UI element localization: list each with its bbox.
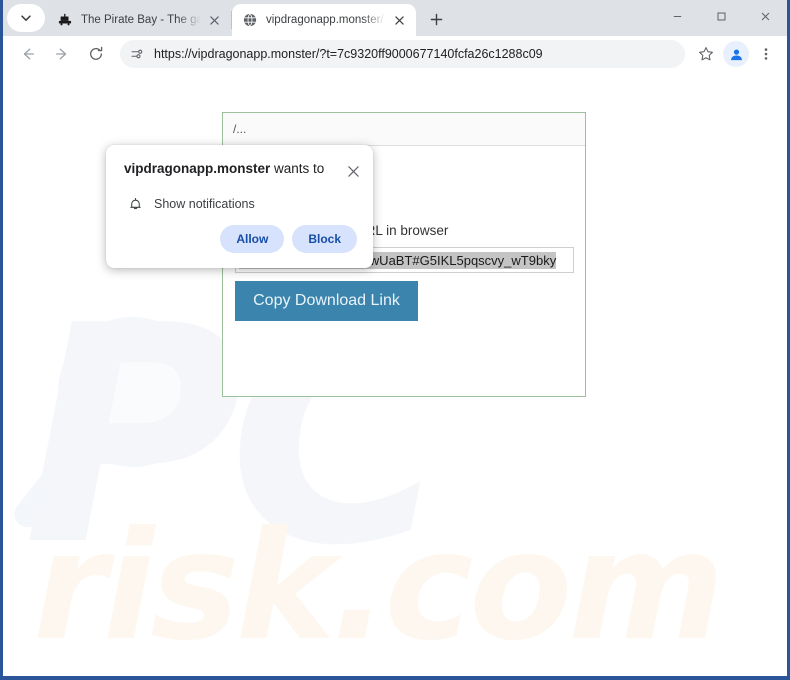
arrow-left-icon (23, 48, 34, 60)
page-viewport: PC risk.com /... : 2025 Copy and paste t… (3, 72, 787, 673)
tab-title: The Pirate Bay - The galaxy's m (81, 14, 201, 26)
permission-option-row: Show notifications (106, 181, 373, 213)
watermark-magnifier-handle (9, 443, 87, 533)
tab-search-button[interactable] (7, 4, 45, 32)
forward-button[interactable] (48, 40, 76, 68)
permission-option-label: Show notifications (154, 197, 255, 211)
minimize-icon (673, 15, 681, 17)
browser-toolbar: https://vipdragonapp.monster/?t=7c9320ff… (3, 36, 787, 72)
block-button[interactable]: Block (292, 225, 357, 253)
site-settings-icon[interactable] (126, 43, 148, 65)
bell-icon (126, 195, 144, 213)
panel-header-text: /... (233, 122, 247, 136)
tab-vipdragonapp[interactable]: vipdragonapp.monster/?t=7c93 (232, 4, 416, 36)
pirate-ship-icon (57, 12, 73, 28)
address-bar-url: https://vipdragonapp.monster/?t=7c9320ff… (154, 47, 543, 61)
tab-close-icon[interactable] (205, 11, 223, 29)
permission-close-button[interactable] (343, 161, 363, 181)
tab-title: vipdragonapp.monster/?t=7c93 (266, 14, 386, 26)
permission-title: vipdragonapp.monster wants to (124, 161, 337, 178)
maximize-button[interactable] (699, 0, 743, 32)
arrow-right-icon (56, 48, 67, 60)
bookmark-button[interactable] (693, 41, 719, 67)
minimize-button[interactable] (655, 0, 699, 32)
browser-menu-button[interactable] (753, 41, 779, 67)
permission-actions: Allow Block (106, 213, 373, 253)
tab-strip: The Pirate Bay - The galaxy's m vipdrago… (3, 0, 787, 36)
star-icon (699, 47, 713, 61)
reload-button[interactable] (82, 40, 110, 68)
tab-pirate-bay[interactable]: The Pirate Bay - The galaxy's m (47, 4, 231, 36)
profile-avatar[interactable] (723, 41, 749, 67)
close-icon (347, 165, 359, 177)
reload-icon (90, 46, 103, 60)
permission-wants-to: wants to (270, 161, 325, 176)
person-icon (730, 48, 742, 60)
watermark-risk: risk.com (33, 500, 725, 673)
maximize-icon (717, 12, 725, 20)
back-button[interactable] (14, 40, 42, 68)
allow-button[interactable]: Allow (220, 225, 285, 253)
permission-origin: vipdragonapp.monster (124, 161, 271, 176)
copy-download-link-button[interactable]: Copy Download Link (235, 281, 418, 321)
new-tab-button[interactable] (422, 5, 450, 33)
plus-icon (430, 13, 442, 25)
watermark-magnifier-lens (58, 317, 208, 467)
browser-window: The Pirate Bay - The galaxy's m vipdrago… (3, 0, 787, 676)
more-vertical-icon (764, 48, 768, 60)
globe-icon (242, 12, 258, 28)
chevron-down-icon (21, 15, 31, 21)
watermark-accent-dot (95, 362, 113, 380)
close-icon (761, 12, 769, 20)
tab-close-icon[interactable] (390, 11, 408, 29)
notification-permission-dialog: vipdragonapp.monster wants to Show notif… (106, 145, 373, 268)
panel-header: /... (223, 113, 585, 146)
address-bar[interactable]: https://vipdragonapp.monster/?t=7c9320ff… (120, 40, 685, 68)
permission-title-row: vipdragonapp.monster wants to (106, 145, 373, 181)
window-controls (655, 0, 787, 32)
close-button[interactable] (743, 0, 787, 32)
